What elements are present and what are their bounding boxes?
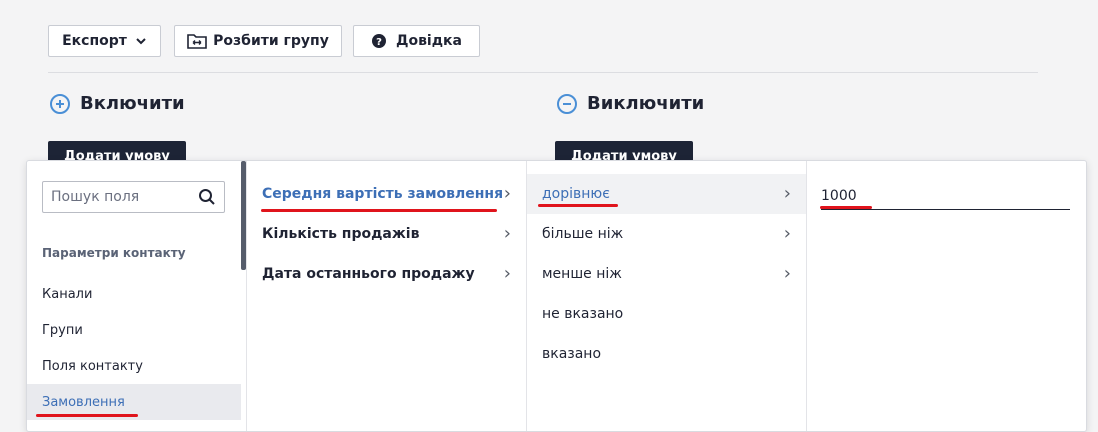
- column-divider: [806, 161, 807, 431]
- category-label: Поля контакту: [42, 358, 143, 374]
- category-item-channels[interactable]: Канали: [27, 276, 241, 312]
- field-picker-dropdown: Параметри контакту Канали Групи Поля кон…: [26, 160, 1087, 432]
- field-search[interactable]: [42, 181, 225, 213]
- category-label: Замовлення: [42, 394, 125, 410]
- split-group-label: Розбити групу: [213, 33, 329, 49]
- svg-text:?: ?: [376, 37, 382, 48]
- help-icon: ?: [371, 34, 386, 48]
- field-item-last-sale-date[interactable]: Дата останнього продажу ›: [247, 254, 526, 294]
- chevron-right-icon: ›: [503, 223, 511, 244]
- field-label: Дата останнього продажу: [262, 266, 475, 282]
- split-folder-icon: [187, 34, 207, 49]
- annotation-underline: [261, 209, 497, 212]
- exclude-heading: Виключити: [557, 93, 704, 114]
- chevron-right-icon: ›: [783, 183, 791, 204]
- annotation-underline: [538, 204, 618, 207]
- operator-label: дорівнює: [542, 186, 610, 202]
- category-heading: Параметри контакту: [42, 246, 186, 260]
- operator-label: менше ніж: [542, 266, 622, 282]
- exclude-title: Виключити: [587, 93, 705, 114]
- field-search-input[interactable]: [51, 189, 191, 205]
- divider: [48, 72, 1038, 73]
- annotation-underline: [820, 206, 872, 209]
- category-label: Групи: [42, 322, 83, 338]
- value-text: 1000: [821, 188, 857, 204]
- operator-equals[interactable]: дорівнює ›: [527, 174, 806, 214]
- chevron-right-icon: ›: [503, 263, 511, 284]
- export-button[interactable]: Експорт: [48, 25, 161, 57]
- operator-label: більше ніж: [542, 226, 624, 242]
- chevron-right-icon: ›: [783, 223, 791, 244]
- operator-not-set[interactable]: не вказано: [527, 294, 806, 334]
- help-button[interactable]: ? Довідка: [353, 25, 480, 57]
- operator-greater-than[interactable]: більше ніж ›: [527, 214, 806, 254]
- operator-label: вказано: [542, 346, 602, 362]
- field-label: Кількість продажів: [262, 226, 420, 242]
- field-item-sales-count[interactable]: Кількість продажів ›: [247, 214, 526, 254]
- category-column: Параметри контакту Канали Групи Поля кон…: [27, 161, 246, 431]
- include-heading: Включити: [50, 93, 185, 114]
- operator-label: не вказано: [542, 306, 624, 322]
- export-label: Експорт: [62, 33, 127, 49]
- category-item-contact-fields[interactable]: Поля контакту: [27, 348, 241, 384]
- category-item-groups[interactable]: Групи: [27, 312, 241, 348]
- annotation-underline: [36, 414, 138, 417]
- chevron-down-icon: [136, 38, 146, 45]
- include-title: Включити: [80, 93, 185, 114]
- plus-circle-icon[interactable]: [50, 93, 70, 114]
- operator-less-than[interactable]: менше ніж ›: [527, 254, 806, 294]
- help-label: Довідка: [395, 33, 462, 49]
- chevron-right-icon: ›: [783, 263, 791, 284]
- minus-circle-icon[interactable]: [557, 93, 577, 114]
- split-group-button[interactable]: Розбити групу: [174, 25, 342, 57]
- field-item-average-order-value[interactable]: Середня вартість замовлення ›: [247, 174, 526, 214]
- field-label: Середня вартість замовлення: [262, 186, 504, 202]
- category-label: Канали: [42, 286, 93, 302]
- operator-is-set[interactable]: вказано: [527, 334, 806, 374]
- chevron-right-icon: ›: [503, 183, 511, 204]
- search-icon[interactable]: [198, 188, 216, 206]
